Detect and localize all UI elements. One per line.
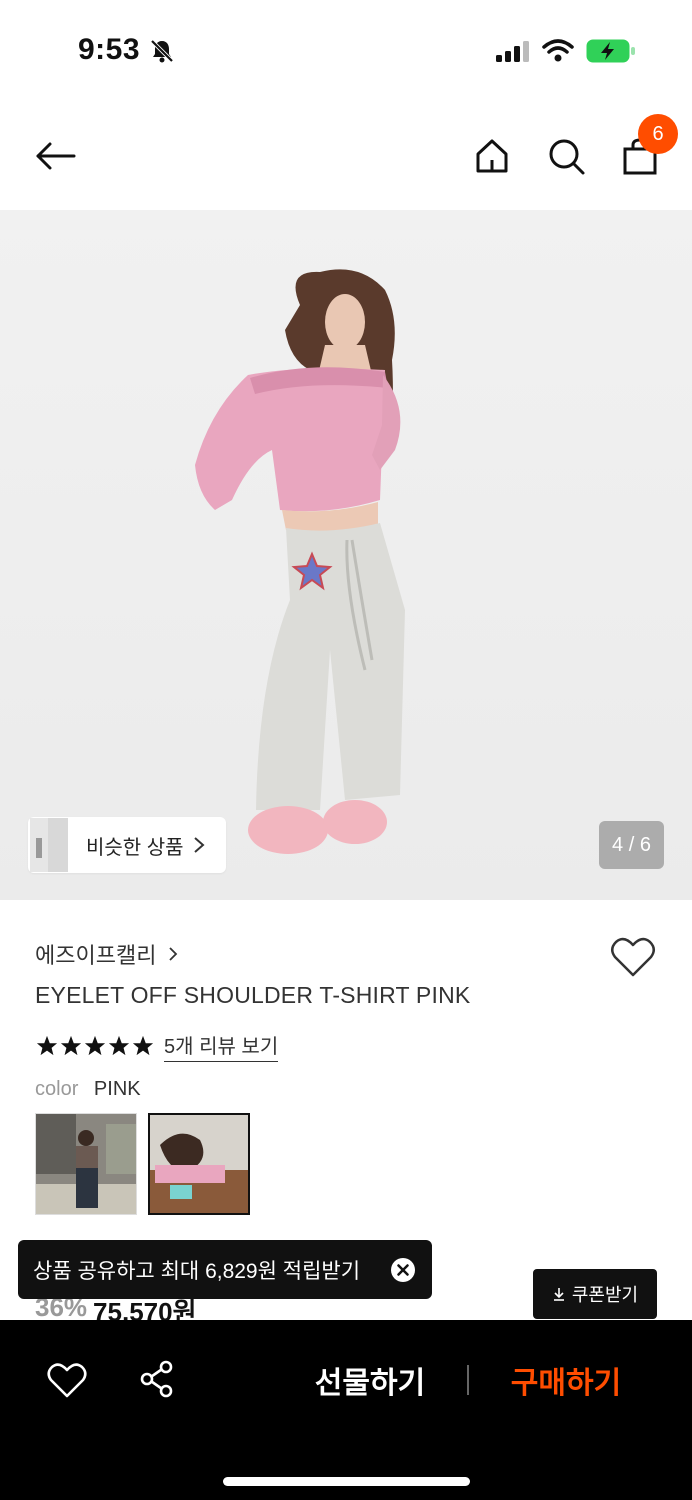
share-reward-tooltip: 상품 공유하고 최대 6,829원 적립받기	[18, 1240, 432, 1299]
buy-button[interactable]: 구매하기	[496, 1356, 636, 1404]
color-row: color PINK	[35, 1078, 141, 1101]
status-time: 9:53	[78, 33, 141, 66]
home-icon	[476, 139, 508, 173]
star-rating	[36, 1035, 154, 1057]
top-nav	[0, 104, 692, 210]
chevron-right-icon	[169, 947, 178, 961]
star-icon	[84, 1035, 106, 1056]
divider	[467, 1365, 469, 1395]
coupon-button[interactable]: 쿠폰받기	[533, 1269, 657, 1319]
download-icon	[553, 1288, 564, 1301]
product-image-gallery[interactable]: 비슷한 상품 4 / 6	[0, 210, 692, 900]
close-icon[interactable]	[391, 1258, 415, 1282]
cart-count-badge: 6	[638, 114, 678, 154]
star-icon	[36, 1035, 58, 1056]
image-counter: 4 / 6	[599, 821, 664, 869]
battery-charging-icon	[586, 39, 635, 63]
home-button[interactable]	[470, 134, 514, 178]
signal-icon	[496, 41, 529, 62]
star-icon	[60, 1035, 82, 1056]
bell-slash-icon	[150, 39, 174, 63]
search-button[interactable]	[544, 134, 588, 178]
star-icon	[108, 1035, 130, 1056]
color-swatch-2[interactable]	[148, 1113, 250, 1215]
heart-icon[interactable]	[47, 1361, 87, 1399]
heart-icon[interactable]	[610, 936, 656, 978]
color-value: PINK	[93, 1078, 141, 1100]
home-indicator	[223, 1477, 470, 1486]
chevron-right-icon	[193, 837, 205, 853]
bottom-action-bar: 선물하기 구매하기	[0, 1320, 692, 1500]
share-icon[interactable]	[138, 1360, 176, 1398]
review-link[interactable]: 5개 리뷰 보기	[164, 1030, 279, 1062]
coupon-label: 쿠폰받기	[571, 1285, 639, 1305]
brand-name: 에즈이프캘리	[35, 943, 157, 968]
brand-link[interactable]: 에즈이프캘리	[35, 938, 178, 970]
product-title: EYELET OFF SHOULDER T-SHIRT PINK	[35, 982, 471, 1008]
wifi-icon	[542, 39, 574, 62]
status-bar: 9:53	[0, 0, 692, 104]
color-swatch-1[interactable]	[35, 1113, 137, 1215]
rating-row: 5개 리뷰 보기	[36, 1030, 279, 1062]
back-arrow-icon	[36, 142, 76, 170]
similar-products-button[interactable]: 비슷한 상품	[28, 817, 226, 873]
color-label: color	[35, 1078, 79, 1100]
search-icon	[549, 139, 585, 175]
back-button[interactable]	[34, 134, 78, 178]
gift-button[interactable]: 선물하기	[300, 1356, 440, 1404]
share-reward-text: 상품 공유하고 최대 6,829원 적립받기	[33, 1259, 361, 1283]
product-photo	[195, 269, 405, 854]
similar-thumbnail	[30, 818, 68, 872]
similar-products-label: 비슷한 상품	[86, 836, 184, 859]
star-icon	[132, 1035, 154, 1056]
